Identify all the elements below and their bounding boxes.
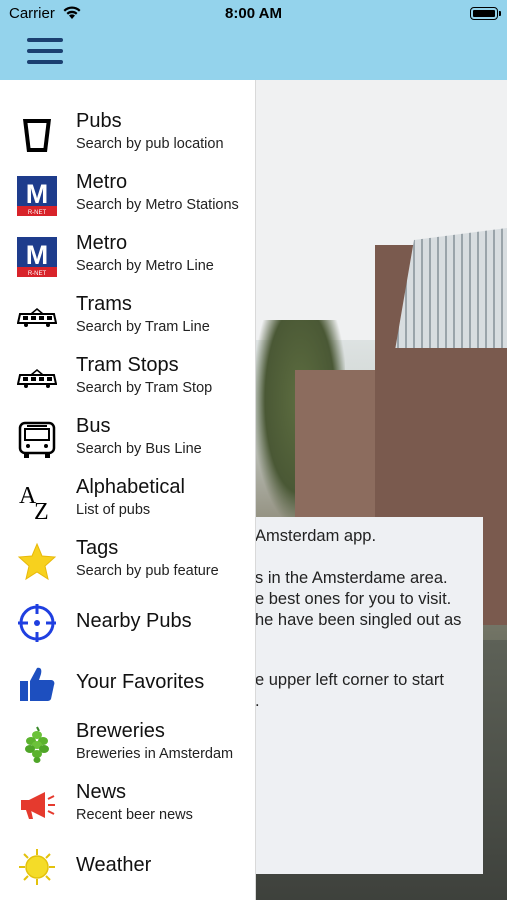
battery-icon bbox=[470, 7, 501, 20]
metro-badge-text: R-NET bbox=[28, 271, 47, 277]
menu-item-weather[interactable]: Weather bbox=[0, 836, 256, 897]
metro-icon: M R-NET bbox=[17, 236, 57, 277]
menu-item-title: News bbox=[76, 781, 127, 803]
menu-item-title: Breweries bbox=[76, 720, 165, 742]
menu-item-title: Bus bbox=[76, 415, 111, 437]
menu-item-pubs[interactable]: Pubs Search by pub location bbox=[0, 104, 256, 165]
intro-text-line: e upper left corner to start bbox=[255, 671, 444, 689]
menu-item-title: Pubs bbox=[76, 110, 122, 132]
menu-item-subtitle: Search by pub location bbox=[76, 136, 224, 152]
menu-item-title: Your Favorites bbox=[76, 671, 205, 693]
beer-glass-icon bbox=[17, 115, 57, 155]
status-bar: Carrier 8:00 AM bbox=[0, 0, 507, 28]
intro-text-line: e best ones for you to visit. bbox=[255, 590, 452, 608]
tram-icon bbox=[16, 298, 58, 338]
intro-text-line: he have been singled out as bbox=[255, 611, 462, 629]
star-icon bbox=[17, 542, 57, 582]
intro-text-line: s in the Amsterdame area. bbox=[255, 569, 448, 587]
menu-item-bus[interactable]: Bus Search by Bus Line bbox=[0, 409, 256, 470]
clock: 8:00 AM bbox=[225, 5, 282, 22]
menu-item-trams[interactable]: Trams Search by Tram Line bbox=[0, 287, 256, 348]
hops-icon bbox=[17, 725, 57, 765]
menu-item-subtitle: Search by Metro Line bbox=[76, 258, 214, 274]
tram-icon bbox=[16, 359, 58, 399]
az-icon: AZ bbox=[17, 481, 57, 525]
menu-item-subtitle: Recent beer news bbox=[76, 807, 193, 823]
menu-item-title: Tram Stops bbox=[76, 354, 179, 376]
metro-badge-text: R-NET bbox=[28, 210, 47, 216]
menu-item-title: Trams bbox=[76, 293, 132, 315]
intro-panel: Amsterdam app. s in the Amsterdame area.… bbox=[255, 517, 483, 874]
menu-item-subtitle: Search by Bus Line bbox=[76, 441, 202, 457]
sun-icon bbox=[17, 847, 57, 887]
menu-item-news[interactable]: News Recent beer news bbox=[0, 775, 256, 836]
svg-text:M: M bbox=[26, 179, 49, 209]
bus-icon bbox=[17, 420, 57, 460]
menu-item-subtitle: List of pubs bbox=[76, 502, 151, 518]
menu-item-favorites[interactable]: Your Favorites bbox=[0, 653, 256, 714]
nav-bar: Carrier 8:00 AM bbox=[0, 0, 507, 80]
svg-text:M: M bbox=[26, 240, 49, 270]
menu-item-title: Alphabetical bbox=[76, 476, 185, 498]
side-drawer: Pubs Search by pub location M R-NET Metro… bbox=[0, 80, 256, 900]
hamburger-icon[interactable] bbox=[27, 38, 63, 66]
menu-item-tram-stops[interactable]: Tram Stops Search by Tram Stop bbox=[0, 348, 256, 409]
thumbs-up-icon bbox=[17, 664, 57, 704]
menu-item-tags[interactable]: Tags Search by pub feature bbox=[0, 531, 256, 592]
menu-item-metro-stations[interactable]: M R-NET Metro Search by Metro Stations bbox=[0, 165, 256, 226]
menu-item-metro-line[interactable]: M R-NET Metro Search by Metro Line bbox=[0, 226, 256, 287]
menu-item-title: Metro bbox=[76, 232, 128, 254]
crosshair-icon bbox=[17, 603, 57, 643]
menu-item-title: Tags bbox=[76, 537, 119, 559]
menu-item-alphabetical[interactable]: AZ Alphabetical List of pubs bbox=[0, 470, 256, 531]
metro-icon: M R-NET bbox=[17, 175, 57, 216]
menu-item-subtitle: Search by Tram Line bbox=[76, 319, 210, 335]
svg-text:Z: Z bbox=[34, 499, 49, 521]
menu-item-title: Weather bbox=[76, 854, 152, 876]
menu-item-subtitle: Breweries in Amsterdam bbox=[76, 746, 234, 762]
menu-item-subtitle: Search by pub feature bbox=[76, 563, 219, 579]
megaphone-icon bbox=[17, 786, 57, 826]
menu-item-title: Nearby Pubs bbox=[76, 610, 192, 632]
menu-item-breweries[interactable]: Breweries Breweries in Amsterdam bbox=[0, 714, 256, 775]
menu-item-nearby-pubs[interactable]: Nearby Pubs bbox=[0, 592, 256, 653]
menu-item-subtitle: Search by Tram Stop bbox=[76, 380, 213, 396]
menu-item-subtitle: Search by Metro Stations bbox=[76, 197, 239, 213]
intro-text-line: Amsterdam app. bbox=[255, 527, 377, 545]
menu-item-title: Metro bbox=[76, 171, 128, 193]
